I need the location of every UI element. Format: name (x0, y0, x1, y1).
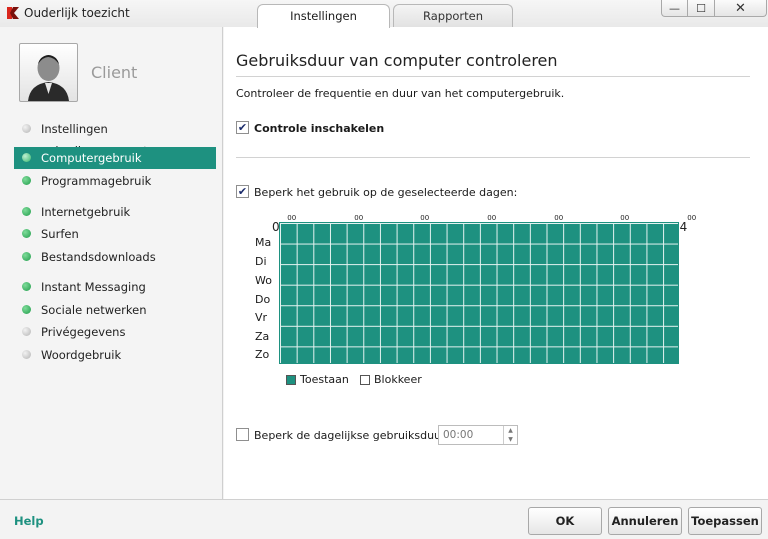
sidebar-item-label: Privégegevens (41, 325, 126, 339)
limit-days-checkbox[interactable]: ✔ (236, 185, 249, 198)
title-bar: Ouderlijk toezicht Instellingen Rapporte… (0, 0, 768, 28)
tab-rapporten[interactable]: Rapporten (393, 4, 513, 27)
status-dot-icon (22, 305, 31, 314)
divider (236, 157, 750, 158)
sidebar: Client Instellingen gebruikersaccount Co… (0, 27, 223, 499)
spin-down-icon[interactable]: ▼ (504, 435, 517, 444)
main-panel: Gebruiksduur van computer controleren Co… (224, 27, 768, 499)
spinner[interactable]: ▲ ▼ (503, 426, 517, 444)
close-button[interactable]: ✕ (715, 0, 767, 17)
block-legend-label: Blokkeer (374, 373, 422, 386)
day-label-vr: Vr (255, 311, 268, 324)
window-controls: — ☐ ✕ (661, 0, 767, 17)
status-dot-icon (22, 207, 31, 216)
allow-legend-swatch (286, 375, 296, 385)
schedule-grid[interactable] (279, 222, 679, 364)
kaspersky-icon (7, 7, 19, 19)
allow-legend-label: Toestaan (300, 373, 349, 386)
sidebar-item-woordgebruik[interactable]: Woordgebruik (14, 344, 216, 366)
sidebar-item-label: Sociale netwerken (41, 303, 147, 317)
avatar (19, 43, 78, 102)
day-label-ma: Ma (255, 236, 272, 249)
user-icon (28, 55, 69, 101)
sidebar-item-label: Surfen (41, 227, 79, 241)
tab-instellingen[interactable]: Instellingen (257, 4, 390, 28)
ok-button[interactable]: OK (528, 507, 602, 535)
sidebar-item-sociale-netwerken[interactable]: Sociale netwerken (14, 299, 216, 321)
divider (236, 76, 750, 77)
status-dot-icon (22, 176, 31, 185)
block-legend-swatch (360, 375, 370, 385)
status-dot-icon (22, 327, 31, 336)
cancel-button[interactable]: Annuleren (608, 507, 682, 535)
sidebar-item-surfen[interactable]: Surfen (14, 223, 216, 245)
enable-control-label: Controle inschakelen (254, 122, 385, 135)
day-label-do: Do (255, 293, 271, 306)
daily-duration-input[interactable]: 00:00 ▲ ▼ (438, 425, 518, 445)
enable-control-checkbox[interactable]: ✔ (236, 121, 249, 134)
window-title: Ouderlijk toezicht (24, 6, 130, 20)
status-dot-icon (22, 229, 31, 238)
maximize-button[interactable]: ☐ (688, 0, 715, 17)
sidebar-item-label: Woordgebruik (41, 348, 122, 362)
apply-button[interactable]: Toepassen (688, 507, 762, 535)
sidebar-item-bestandsdownloads[interactable]: Bestandsdownloads (14, 246, 216, 268)
daily-duration-value: 00:00 (443, 429, 474, 441)
status-dot-icon (22, 252, 31, 261)
page-description: Controleer de frequentie en duur van het… (236, 87, 565, 100)
page-title: Gebruiksduur van computer controleren (236, 51, 558, 70)
minimize-button[interactable]: — (661, 0, 688, 17)
status-dot-icon (22, 153, 31, 162)
sidebar-item-label: Internetgebruik (41, 205, 131, 219)
day-label-zo: Zo (255, 348, 270, 361)
limit-daily-checkbox[interactable] (236, 428, 249, 441)
sidebar-item-instant-messaging[interactable]: Instant Messaging (14, 276, 216, 298)
sidebar-item-computergebruik[interactable]: Computergebruik (14, 147, 216, 169)
sidebar-item-programmagebruik[interactable]: Programmagebruik (14, 170, 216, 192)
footer-bar: Help OK Annuleren Toepassen (0, 499, 768, 539)
sidebar-item-label: Bestandsdownloads (41, 250, 156, 264)
help-link[interactable]: Help (14, 514, 44, 528)
sidebar-item-gebruikersaccount[interactable]: Instellingen gebruikersaccount (14, 118, 216, 158)
sidebar-item-label: Programmagebruik (41, 174, 152, 188)
day-label-wo: Wo (255, 274, 272, 287)
day-label-di: Di (255, 255, 267, 268)
sidebar-item-internetgebruik[interactable]: Internetgebruik (14, 201, 216, 223)
day-label-za: Za (255, 330, 270, 343)
sidebar-item-label: Computergebruik (41, 151, 142, 165)
status-dot-icon (22, 350, 31, 359)
status-dot-icon (22, 282, 31, 291)
limit-daily-label: Beperk de dagelijkse gebruiksduur: (254, 429, 450, 442)
status-dot-icon (22, 124, 31, 133)
sidebar-item-privegegevens[interactable]: Privégegevens (14, 321, 216, 343)
spin-up-icon[interactable]: ▲ (504, 426, 517, 435)
sidebar-item-label: Instant Messaging (41, 280, 146, 294)
client-name: Client (91, 63, 138, 82)
limit-days-label: Beperk het gebruik op de geselecteerde d… (254, 186, 518, 199)
